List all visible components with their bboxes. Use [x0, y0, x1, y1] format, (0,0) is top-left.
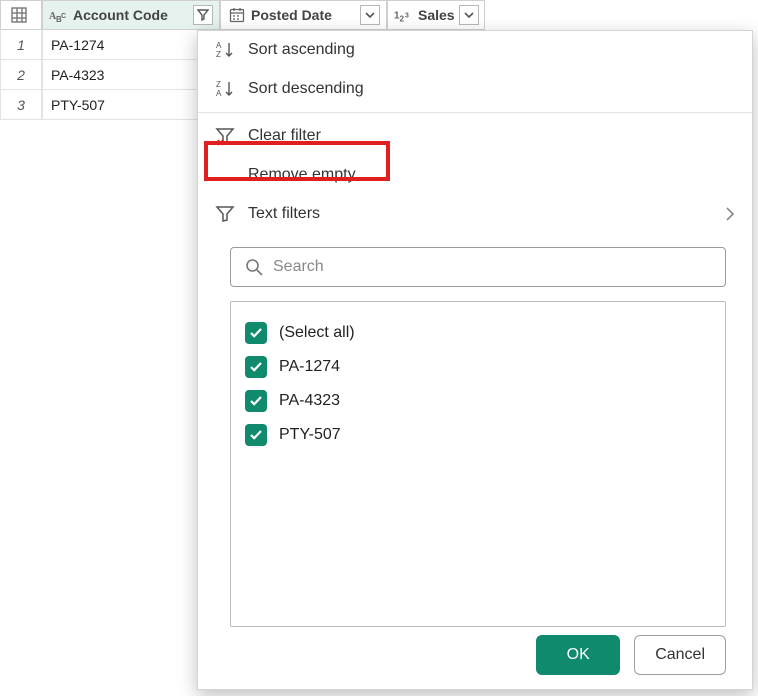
row-number: 2	[0, 60, 42, 90]
filter-values-list[interactable]: (Select all) PA-1274 PA-4323 PTY-507	[230, 301, 726, 627]
number-type-icon: 123	[394, 5, 414, 25]
svg-text:A: A	[216, 41, 222, 50]
date-type-icon	[227, 5, 247, 25]
sort-descending-icon: Z A	[214, 78, 236, 100]
cell-account-code[interactable]: PA-4323	[42, 60, 220, 90]
check-item[interactable]: PTY-507	[245, 418, 711, 452]
check-label: (Select all)	[279, 324, 355, 342]
filter-active-icon	[197, 9, 209, 21]
button-label: OK	[567, 646, 590, 664]
check-label: PTY-507	[279, 426, 341, 444]
svg-text:Z: Z	[216, 80, 221, 89]
svg-text:Z: Z	[216, 50, 221, 59]
text-type-icon: ABC	[49, 5, 69, 25]
clear-filter-icon	[214, 125, 236, 147]
search-input[interactable]	[273, 258, 711, 276]
menu-sort-ascending[interactable]: A Z Sort ascending	[198, 31, 752, 70]
column-filter-button-posted-date[interactable]	[360, 5, 380, 25]
filter-dropdown-panel: A Z Sort ascending Z A Sort descending C…	[197, 30, 753, 690]
check-item[interactable]: PA-4323	[245, 384, 711, 418]
cancel-button[interactable]: Cancel	[634, 635, 726, 675]
column-label: Posted Date	[251, 7, 356, 23]
blank-icon	[214, 164, 236, 186]
row-number: 1	[0, 30, 42, 60]
column-filter-button-sales[interactable]	[459, 5, 479, 25]
checkbox-checked-icon[interactable]	[245, 322, 267, 344]
search-icon	[245, 258, 263, 276]
header-row: ABC Account Code Posted Date	[0, 0, 758, 30]
column-filter-button-account-code[interactable]	[193, 5, 213, 25]
search-box[interactable]	[230, 247, 726, 287]
menu-sort-descending[interactable]: Z A Sort descending	[198, 70, 752, 109]
filter-icon	[214, 203, 236, 225]
cell-account-code[interactable]: PTY-507	[42, 90, 220, 120]
svg-text:2: 2	[399, 14, 404, 23]
row-number: 3	[0, 90, 42, 120]
menu-remove-empty[interactable]: Remove empty	[198, 156, 752, 195]
ok-button[interactable]: OK	[536, 635, 620, 675]
dialog-buttons: OK Cancel	[198, 635, 752, 675]
menu-label: Clear filter	[248, 127, 736, 145]
menu-separator	[198, 112, 752, 113]
check-select-all[interactable]: (Select all)	[245, 316, 711, 350]
chevron-down-icon	[464, 10, 474, 20]
column-label: Account Code	[73, 7, 189, 23]
chevron-right-icon	[724, 206, 736, 222]
svg-text:3: 3	[405, 11, 409, 20]
checkbox-checked-icon[interactable]	[245, 424, 267, 446]
column-header-sales[interactable]: 123 Sales	[387, 0, 485, 30]
column-header-posted-date[interactable]: Posted Date	[220, 0, 387, 30]
column-label: Sales	[418, 7, 455, 23]
button-label: Cancel	[655, 646, 705, 664]
row-number-header[interactable]	[0, 0, 42, 30]
svg-text:A: A	[216, 89, 222, 98]
menu-clear-filter[interactable]: Clear filter	[198, 117, 752, 156]
menu-label: Text filters	[248, 205, 712, 223]
filter-values-area: (Select all) PA-1274 PA-4323 PTY-507	[198, 233, 752, 635]
table-icon	[9, 5, 29, 25]
svg-text:C: C	[61, 13, 66, 20]
check-item[interactable]: PA-1274	[245, 350, 711, 384]
menu-label: Remove empty	[248, 166, 736, 184]
chevron-down-icon	[365, 10, 375, 20]
sort-ascending-icon: A Z	[214, 39, 236, 61]
column-header-account-code[interactable]: ABC Account Code	[42, 0, 220, 30]
check-label: PA-1274	[279, 358, 340, 376]
checkbox-checked-icon[interactable]	[245, 390, 267, 412]
checkbox-checked-icon[interactable]	[245, 356, 267, 378]
menu-label: Sort descending	[248, 80, 736, 98]
cell-account-code[interactable]: PA-1274	[42, 30, 220, 60]
check-label: PA-4323	[279, 392, 340, 410]
menu-label: Sort ascending	[248, 41, 736, 59]
menu-text-filters[interactable]: Text filters	[198, 194, 752, 233]
